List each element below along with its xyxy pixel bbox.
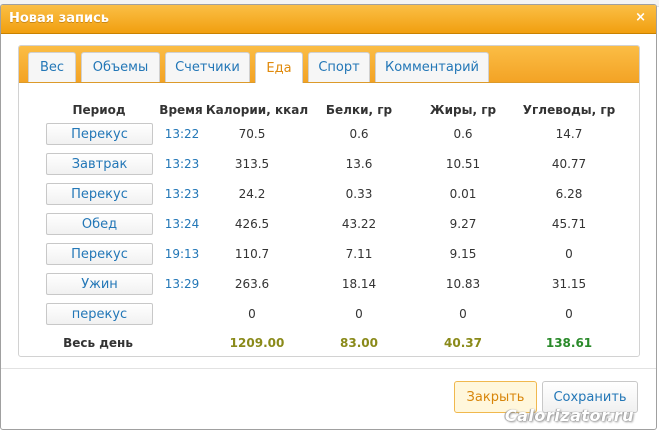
time-link[interactable]: 19:13	[163, 247, 201, 261]
tab-bar: Вес Объемы Счетчики Еда Спорт Комментари…	[19, 46, 639, 83]
close-icon[interactable]: ×	[635, 10, 646, 25]
calories-cell: 24.2	[238, 187, 266, 201]
tab-panel: Вес Объемы Счетчики Еда Спорт Комментари…	[18, 45, 640, 357]
footer-divider	[1, 368, 656, 369]
header-time: Время	[159, 103, 203, 117]
calories-cell: 426.5	[234, 217, 270, 231]
carbs-cell: 45.71	[551, 217, 587, 231]
time-link[interactable]: 13:29	[163, 277, 201, 291]
tab-food[interactable]: Еда	[255, 52, 303, 83]
time-link[interactable]: 13:23	[163, 187, 201, 201]
watermark-logo: Calorizator.ru	[504, 406, 634, 425]
fats-cell: 0.6	[453, 127, 473, 141]
carbs-cell: 0	[565, 307, 573, 321]
period-button-dinner[interactable]: Ужин	[46, 273, 153, 295]
total-proteins: 83.00	[340, 336, 378, 350]
period-button-lunch[interactable]: Обед	[46, 213, 153, 235]
header-calories: Калории, ккал	[205, 103, 309, 117]
header-proteins: Белки, гр	[325, 103, 393, 117]
period-button-snack[interactable]: Перекус	[46, 243, 153, 265]
calories-cell: 313.5	[234, 157, 270, 171]
period-button-snack-extra[interactable]: перекус	[46, 303, 153, 325]
header-period: Период	[72, 103, 126, 117]
tab-sport[interactable]: Спорт	[308, 52, 370, 82]
dialog-title: Новая запись	[9, 11, 110, 26]
fats-cell: 10.51	[445, 157, 481, 171]
header-fats: Жиры, гр	[429, 103, 497, 117]
time-link[interactable]: 13:22	[163, 127, 201, 141]
proteins-cell: 18.14	[341, 277, 377, 291]
carbs-cell: 14.7	[555, 127, 583, 141]
fats-cell: 10.83	[445, 277, 481, 291]
proteins-cell: 13.6	[345, 157, 373, 171]
time-link[interactable]: 13:23	[163, 157, 201, 171]
total-day-label: Весь день	[63, 336, 133, 350]
time-link[interactable]: 13:24	[163, 217, 201, 231]
total-carbs: 138.61	[545, 336, 593, 350]
header-carbs: Углеводы, гр	[522, 103, 616, 117]
fats-cell: 9.27	[449, 217, 477, 231]
period-button-snack[interactable]: Перекус	[46, 123, 153, 145]
tab-counters[interactable]: Счетчики	[165, 52, 250, 82]
proteins-cell: 0.6	[349, 127, 369, 141]
proteins-cell: 43.22	[341, 217, 377, 231]
proteins-cell: 7.11	[345, 247, 373, 261]
total-calories: 1209.00	[229, 336, 285, 350]
carbs-cell: 6.28	[555, 187, 583, 201]
proteins-cell: 0	[355, 307, 363, 321]
calories-cell: 263.6	[234, 277, 270, 291]
carbs-cell: 0	[565, 247, 573, 261]
calories-cell: 0	[248, 307, 256, 321]
tab-volumes[interactable]: Объемы	[81, 52, 160, 82]
calories-cell: 110.7	[234, 247, 270, 261]
tab-weight[interactable]: Вес	[28, 52, 76, 82]
carbs-cell: 40.77	[551, 157, 587, 171]
total-fats: 40.37	[444, 336, 482, 350]
calories-cell: 70.5	[238, 127, 266, 141]
fats-cell: 0	[459, 307, 467, 321]
proteins-cell: 0.33	[345, 187, 373, 201]
fats-cell: 9.15	[449, 247, 477, 261]
fats-cell: 0.01	[449, 187, 477, 201]
carbs-cell: 31.15	[551, 277, 587, 291]
tab-comment[interactable]: Комментарий	[375, 52, 489, 82]
period-button-breakfast[interactable]: Завтрак	[46, 153, 153, 175]
dialog-titlebar: Новая запись ×	[1, 5, 656, 34]
new-entry-dialog: Новая запись × Вес Объемы Счетчики Еда С…	[0, 4, 657, 430]
period-button-snack[interactable]: Перекус	[46, 183, 153, 205]
